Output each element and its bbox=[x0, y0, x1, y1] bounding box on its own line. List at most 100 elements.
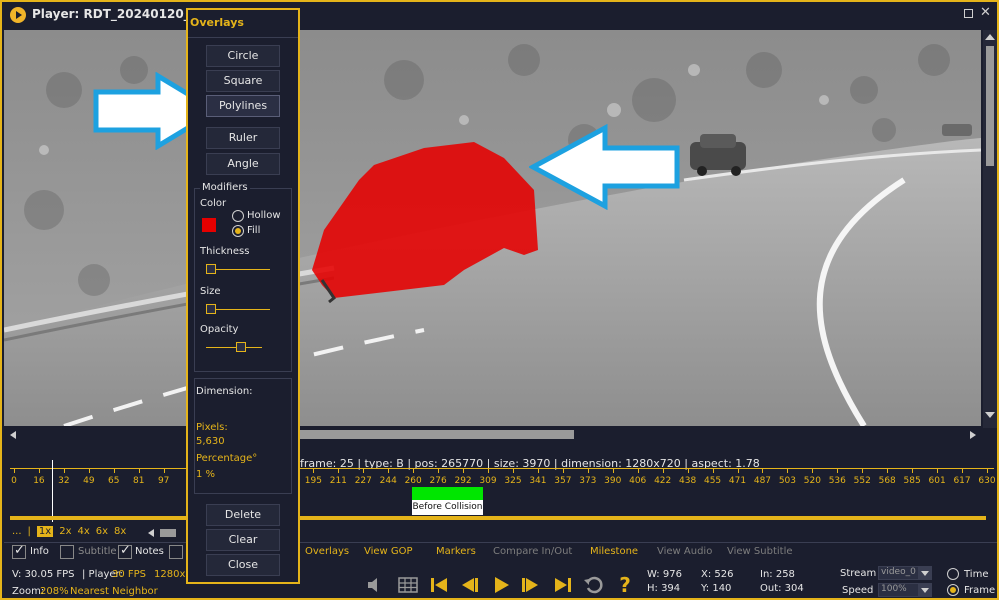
modifiers-label: Modifiers bbox=[200, 182, 250, 193]
timeline-tick-label: 503 bbox=[778, 476, 796, 486]
hollow-radio[interactable] bbox=[232, 210, 244, 222]
vertical-scroll-thumb[interactable] bbox=[986, 46, 994, 166]
playhead[interactable] bbox=[52, 460, 53, 522]
skip-start-icon[interactable] bbox=[428, 574, 450, 596]
tab-view-subtitle[interactable]: View Subtitle bbox=[727, 546, 793, 557]
timeline-ruler[interactable]: 0 16 32 49 65 81 97 195 211 227 244 260 276 292 309 325… bbox=[4, 468, 997, 516]
timeline-tick bbox=[637, 468, 639, 473]
timeline-tick-label: 195 bbox=[304, 476, 322, 486]
timeline-tick-label: 276 bbox=[429, 476, 447, 486]
close-window-button[interactable]: ✕ bbox=[980, 5, 991, 20]
extra-checkbox[interactable] bbox=[169, 545, 183, 559]
ruler-button[interactable]: Ruler bbox=[206, 127, 280, 149]
info-checkbox[interactable] bbox=[12, 543, 26, 559]
horizontal-scroll-thumb[interactable] bbox=[300, 430, 574, 439]
info-label: Info bbox=[30, 546, 49, 557]
zoom-scroll-left-icon[interactable] bbox=[148, 529, 154, 537]
scroll-left-icon[interactable] bbox=[10, 431, 16, 439]
loop-icon[interactable] bbox=[583, 574, 605, 596]
milestone-marker[interactable] bbox=[412, 487, 483, 500]
zoom-value: 208% bbox=[40, 586, 69, 597]
subtitle-label: Subtitle bbox=[78, 546, 117, 557]
timeline-tick bbox=[163, 468, 165, 473]
zoom-scroll-thumb[interactable] bbox=[160, 529, 176, 537]
circle-button[interactable]: Circle bbox=[206, 45, 280, 67]
chevron-down-icon[interactable] bbox=[918, 566, 932, 580]
tab-overlays[interactable]: Overlays bbox=[305, 546, 349, 557]
tab-view-audio[interactable]: View Audio bbox=[657, 546, 712, 557]
timeline-tick-label: 97 bbox=[157, 476, 170, 486]
timeline-tick-label: 260 bbox=[404, 476, 422, 486]
zoom-option[interactable]: 6x bbox=[96, 526, 108, 537]
timeline-tick bbox=[313, 468, 315, 473]
timeline-tick-label: 438 bbox=[679, 476, 697, 486]
step-back-icon[interactable] bbox=[458, 574, 480, 596]
tab-view-gop[interactable]: View GOP bbox=[364, 546, 413, 557]
timeline-tick bbox=[338, 468, 340, 473]
timeline-tick-label: 211 bbox=[329, 476, 347, 486]
zoom-option[interactable]: | bbox=[28, 526, 31, 537]
size-slider-knob[interactable] bbox=[206, 304, 216, 314]
polylines-button[interactable]: Polylines bbox=[206, 95, 280, 117]
close-button[interactable]: Close bbox=[206, 554, 280, 576]
skip-end-icon[interactable] bbox=[552, 574, 574, 596]
timeline-tick-label: 487 bbox=[753, 476, 772, 486]
timeline-tick-label: 552 bbox=[853, 476, 871, 486]
timeline-tick bbox=[363, 468, 365, 473]
zoom-option[interactable]: 8x bbox=[114, 526, 126, 537]
scroll-right-icon[interactable] bbox=[970, 431, 976, 439]
scroll-up-icon[interactable] bbox=[985, 34, 995, 40]
thickness-slider-knob[interactable] bbox=[206, 264, 216, 274]
opacity-slider-knob[interactable] bbox=[236, 342, 246, 352]
grid-icon[interactable] bbox=[397, 574, 419, 596]
zoom-option[interactable]: ... bbox=[12, 526, 22, 537]
overlays-title: Overlays bbox=[190, 16, 244, 29]
tab-milestone[interactable]: Milestone bbox=[590, 546, 638, 557]
width-readout: W: 976 bbox=[647, 569, 682, 580]
timeline-tick bbox=[512, 468, 514, 473]
play-icon[interactable] bbox=[490, 574, 512, 596]
timeline-tick bbox=[587, 468, 589, 473]
timeline-tick-label: 32 bbox=[58, 476, 70, 486]
tab-compare-in-out[interactable]: Compare In/Out bbox=[493, 546, 572, 557]
fill-radio[interactable] bbox=[232, 225, 244, 237]
help-icon[interactable]: ? bbox=[614, 574, 636, 596]
player-fps: 30 FPS bbox=[112, 569, 147, 580]
zoom-option[interactable]: 4x bbox=[77, 526, 89, 537]
timeline-tick bbox=[937, 468, 939, 473]
dimension-label: Dimension: bbox=[196, 386, 253, 397]
opacity-slider-track[interactable] bbox=[206, 347, 262, 348]
frame-radio[interactable] bbox=[947, 584, 959, 596]
timeline-tick-label: 617 bbox=[953, 476, 971, 486]
timeline-tick-label: 325 bbox=[504, 476, 522, 486]
percentage-label: Percentage° bbox=[196, 453, 258, 464]
subtitle-checkbox[interactable] bbox=[60, 545, 74, 559]
delete-button[interactable]: Delete bbox=[206, 504, 280, 526]
timeline-tick bbox=[388, 468, 390, 473]
timeline-tick-label: 292 bbox=[454, 476, 472, 486]
zoom-option[interactable]: 1x bbox=[36, 526, 54, 537]
timeline-tick bbox=[463, 468, 465, 473]
chevron-down-icon[interactable] bbox=[918, 583, 932, 597]
angle-button[interactable]: Angle bbox=[206, 153, 280, 175]
scroll-down-icon[interactable] bbox=[985, 412, 995, 418]
range-bar[interactable] bbox=[10, 516, 986, 520]
zoom-option[interactable]: 2x bbox=[59, 526, 71, 537]
tab-markers[interactable]: Markers bbox=[436, 546, 476, 557]
clear-button[interactable]: Clear bbox=[206, 529, 280, 551]
color-label: Color bbox=[200, 198, 227, 209]
timeline-tick-label: 471 bbox=[728, 476, 747, 486]
color-swatch[interactable] bbox=[202, 218, 216, 232]
notes-checkbox[interactable] bbox=[118, 543, 132, 559]
timeline-tick bbox=[438, 468, 440, 473]
time-radio[interactable] bbox=[947, 568, 959, 580]
timeline-tick-label: 227 bbox=[354, 476, 372, 486]
square-button[interactable]: Square bbox=[206, 70, 280, 92]
maximize-button[interactable] bbox=[964, 9, 973, 18]
timeline-tick-label: 16 bbox=[33, 476, 45, 486]
annotation-arrow-left bbox=[529, 124, 680, 210]
timeline-tick bbox=[787, 468, 789, 473]
speaker-icon[interactable] bbox=[364, 574, 386, 596]
step-forward-icon[interactable] bbox=[520, 574, 542, 596]
out-point: Out: 304 bbox=[760, 583, 804, 594]
